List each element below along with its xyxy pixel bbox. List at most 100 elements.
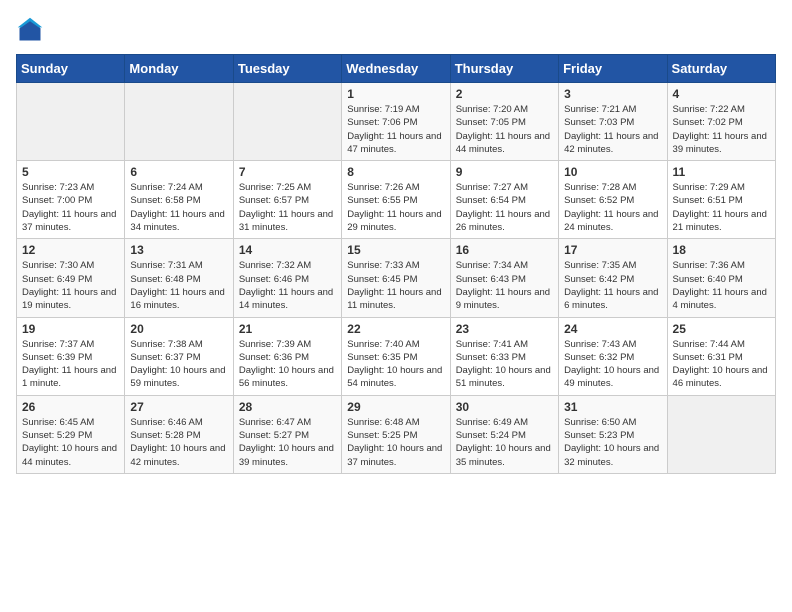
calendar-header-row: SundayMondayTuesdayWednesdayThursdayFrid… <box>17 55 776 83</box>
calendar-cell: 26 Sunrise: 6:45 AM Sunset: 5:29 PM Dayli… <box>17 395 125 473</box>
calendar-cell: 30 Sunrise: 6:49 AM Sunset: 5:24 PM Dayli… <box>450 395 558 473</box>
day-number: 14 <box>239 243 336 257</box>
calendar-cell: 19 Sunrise: 7:37 AM Sunset: 6:39 PM Dayli… <box>17 317 125 395</box>
day-content: Sunrise: 7:35 AM Sunset: 6:42 PM Dayligh… <box>564 259 661 312</box>
day-number: 7 <box>239 165 336 179</box>
day-content: Sunrise: 7:19 AM Sunset: 7:06 PM Dayligh… <box>347 103 444 156</box>
calendar-cell: 27 Sunrise: 6:46 AM Sunset: 5:28 PM Dayli… <box>125 395 233 473</box>
day-content: Sunrise: 7:25 AM Sunset: 6:57 PM Dayligh… <box>239 181 336 234</box>
day-content: Sunrise: 7:41 AM Sunset: 6:33 PM Dayligh… <box>456 338 553 391</box>
day-content: Sunrise: 6:46 AM Sunset: 5:28 PM Dayligh… <box>130 416 227 469</box>
day-content: Sunrise: 7:22 AM Sunset: 7:02 PM Dayligh… <box>673 103 770 156</box>
calendar-day-header: Saturday <box>667 55 775 83</box>
day-content: Sunrise: 7:32 AM Sunset: 6:46 PM Dayligh… <box>239 259 336 312</box>
day-number: 20 <box>130 322 227 336</box>
day-number: 18 <box>673 243 770 257</box>
day-content: Sunrise: 7:29 AM Sunset: 6:51 PM Dayligh… <box>673 181 770 234</box>
day-content: Sunrise: 7:27 AM Sunset: 6:54 PM Dayligh… <box>456 181 553 234</box>
day-number: 24 <box>564 322 661 336</box>
day-content: Sunrise: 7:37 AM Sunset: 6:39 PM Dayligh… <box>22 338 119 391</box>
calendar-cell: 8 Sunrise: 7:26 AM Sunset: 6:55 PM Daylig… <box>342 161 450 239</box>
calendar-cell: 28 Sunrise: 6:47 AM Sunset: 5:27 PM Dayli… <box>233 395 341 473</box>
calendar-day-header: Tuesday <box>233 55 341 83</box>
day-content: Sunrise: 7:34 AM Sunset: 6:43 PM Dayligh… <box>456 259 553 312</box>
calendar-cell: 4 Sunrise: 7:22 AM Sunset: 7:02 PM Daylig… <box>667 83 775 161</box>
day-number: 16 <box>456 243 553 257</box>
day-content: Sunrise: 7:33 AM Sunset: 6:45 PM Dayligh… <box>347 259 444 312</box>
day-number: 26 <box>22 400 119 414</box>
calendar-day-header: Friday <box>559 55 667 83</box>
day-content: Sunrise: 7:26 AM Sunset: 6:55 PM Dayligh… <box>347 181 444 234</box>
calendar-cell: 1 Sunrise: 7:19 AM Sunset: 7:06 PM Daylig… <box>342 83 450 161</box>
day-number: 3 <box>564 87 661 101</box>
day-number: 25 <box>673 322 770 336</box>
day-number: 21 <box>239 322 336 336</box>
calendar-cell <box>17 83 125 161</box>
calendar-cell: 7 Sunrise: 7:25 AM Sunset: 6:57 PM Daylig… <box>233 161 341 239</box>
day-content: Sunrise: 7:20 AM Sunset: 7:05 PM Dayligh… <box>456 103 553 156</box>
calendar-cell: 10Sunrise: 7:28 AM Sunset: 6:52 PM Dayli… <box>559 161 667 239</box>
logo-icon <box>16 16 44 44</box>
calendar-cell: 6Sunrise: 7:24 AM Sunset: 6:58 PM Daylig… <box>125 161 233 239</box>
day-number: 1 <box>347 87 444 101</box>
calendar-cell: 16 Sunrise: 7:34 AM Sunset: 6:43 PM Dayli… <box>450 239 558 317</box>
day-number: 5 <box>22 165 119 179</box>
calendar-cell: 15 Sunrise: 7:33 AM Sunset: 6:45 PM Dayli… <box>342 239 450 317</box>
day-number: 30 <box>456 400 553 414</box>
calendar-cell: 24 Sunrise: 7:43 AM Sunset: 6:32 PM Dayli… <box>559 317 667 395</box>
calendar-table: SundayMondayTuesdayWednesdayThursdayFrid… <box>16 54 776 474</box>
day-number: 15 <box>347 243 444 257</box>
calendar-cell: 11 Sunrise: 7:29 AM Sunset: 6:51 PM Dayli… <box>667 161 775 239</box>
day-content: Sunrise: 6:47 AM Sunset: 5:27 PM Dayligh… <box>239 416 336 469</box>
calendar-cell: 14 Sunrise: 7:32 AM Sunset: 6:46 PM Dayli… <box>233 239 341 317</box>
day-content: Sunrise: 7:23 AM Sunset: 7:00 PM Dayligh… <box>22 181 119 234</box>
day-number: 31 <box>564 400 661 414</box>
day-number: 29 <box>347 400 444 414</box>
calendar-week-row: 5 Sunrise: 7:23 AM Sunset: 7:00 PM Daylig… <box>17 161 776 239</box>
day-content: Sunrise: 6:45 AM Sunset: 5:29 PM Dayligh… <box>22 416 119 469</box>
calendar-cell <box>667 395 775 473</box>
day-number: 13 <box>130 243 227 257</box>
calendar-week-row: 19 Sunrise: 7:37 AM Sunset: 6:39 PM Dayli… <box>17 317 776 395</box>
day-number: 8 <box>347 165 444 179</box>
calendar-day-header: Wednesday <box>342 55 450 83</box>
day-number: 9 <box>456 165 553 179</box>
calendar-cell: 3 Sunrise: 7:21 AM Sunset: 7:03 PM Daylig… <box>559 83 667 161</box>
day-number: 11 <box>673 165 770 179</box>
day-content: Sunrise: 7:21 AM Sunset: 7:03 PM Dayligh… <box>564 103 661 156</box>
day-content: Sunrise: 7:43 AM Sunset: 6:32 PM Dayligh… <box>564 338 661 391</box>
day-number: 10 <box>564 165 661 179</box>
day-number: 27 <box>130 400 227 414</box>
day-number: 19 <box>22 322 119 336</box>
day-content: Sunrise: 7:31 AM Sunset: 6:48 PM Dayligh… <box>130 259 227 312</box>
calendar-cell <box>233 83 341 161</box>
logo <box>16 16 48 44</box>
day-content: Sunrise: 6:50 AM Sunset: 5:23 PM Dayligh… <box>564 416 661 469</box>
day-content: Sunrise: 6:49 AM Sunset: 5:24 PM Dayligh… <box>456 416 553 469</box>
day-number: 12 <box>22 243 119 257</box>
day-content: Sunrise: 7:38 AM Sunset: 6:37 PM Dayligh… <box>130 338 227 391</box>
calendar-cell: 31 Sunrise: 6:50 AM Sunset: 5:23 PM Dayli… <box>559 395 667 473</box>
calendar-cell <box>125 83 233 161</box>
calendar-cell: 25Sunrise: 7:44 AM Sunset: 6:31 PM Dayli… <box>667 317 775 395</box>
calendar-cell: 9 Sunrise: 7:27 AM Sunset: 6:54 PM Daylig… <box>450 161 558 239</box>
calendar-week-row: 12Sunrise: 7:30 AM Sunset: 6:49 PM Dayli… <box>17 239 776 317</box>
calendar-cell: 21 Sunrise: 7:39 AM Sunset: 6:36 PM Dayli… <box>233 317 341 395</box>
day-content: Sunrise: 7:40 AM Sunset: 6:35 PM Dayligh… <box>347 338 444 391</box>
calendar-cell: 18 Sunrise: 7:36 AM Sunset: 6:40 PM Dayli… <box>667 239 775 317</box>
calendar-day-header: Sunday <box>17 55 125 83</box>
day-content: Sunrise: 7:39 AM Sunset: 6:36 PM Dayligh… <box>239 338 336 391</box>
day-number: 17 <box>564 243 661 257</box>
calendar-cell: 29 Sunrise: 6:48 AM Sunset: 5:25 PM Dayli… <box>342 395 450 473</box>
calendar-week-row: 1 Sunrise: 7:19 AM Sunset: 7:06 PM Daylig… <box>17 83 776 161</box>
day-content: Sunrise: 7:36 AM Sunset: 6:40 PM Dayligh… <box>673 259 770 312</box>
day-number: 4 <box>673 87 770 101</box>
calendar-day-header: Thursday <box>450 55 558 83</box>
calendar-cell: 17 Sunrise: 7:35 AM Sunset: 6:42 PM Dayli… <box>559 239 667 317</box>
day-content: Sunrise: 6:48 AM Sunset: 5:25 PM Dayligh… <box>347 416 444 469</box>
calendar-cell: 5 Sunrise: 7:23 AM Sunset: 7:00 PM Daylig… <box>17 161 125 239</box>
day-number: 28 <box>239 400 336 414</box>
day-number: 23 <box>456 322 553 336</box>
calendar-cell: 12Sunrise: 7:30 AM Sunset: 6:49 PM Dayli… <box>17 239 125 317</box>
calendar-week-row: 26 Sunrise: 6:45 AM Sunset: 5:29 PM Dayli… <box>17 395 776 473</box>
